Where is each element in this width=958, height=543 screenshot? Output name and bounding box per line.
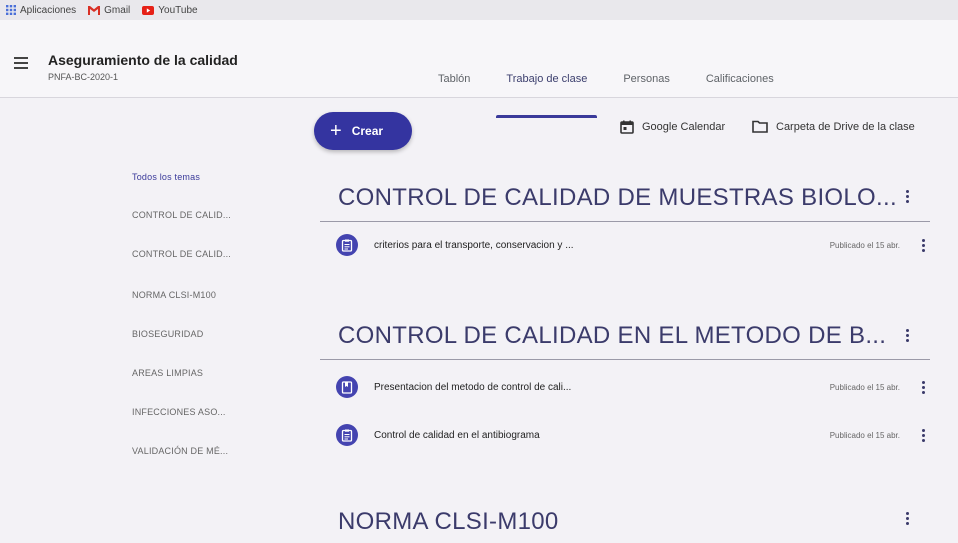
more-vert-icon[interactable] [922, 380, 926, 394]
sidebar-item-control-1[interactable]: CONTROL DE CALID... [132, 210, 231, 220]
more-vert-icon[interactable] [906, 512, 910, 525]
material-icon [336, 376, 358, 398]
drive-folder-link[interactable]: Carpeta de Drive de la clase [752, 120, 915, 133]
item-title: criterios para el transporte, conservaci… [374, 239, 574, 251]
google-calendar-link[interactable]: Google Calendar [620, 120, 725, 134]
class-section: PNFA-BC-2020-1 [48, 72, 119, 82]
sidebar-item-control-2[interactable]: CONTROL DE CALID... [132, 249, 231, 259]
item-title: Control de calidad en el antibiograma [374, 429, 540, 441]
tab-personas[interactable]: Personas [605, 40, 687, 118]
more-vert-icon[interactable] [922, 238, 926, 252]
topic-title[interactable]: NORMA CLSI-M100 [338, 508, 559, 536]
assignment-icon [336, 424, 358, 446]
more-vert-icon[interactable] [906, 190, 910, 203]
classwork-item[interactable]: Control de calidad en el antibiograma Pu… [336, 418, 926, 452]
sidebar-item-todos[interactable]: Todos los temas [132, 172, 200, 182]
sidebar-item-infecciones[interactable]: INFECCIONES ASO... [132, 407, 226, 417]
bookmark-label: Gmail [104, 4, 131, 16]
topics-sidebar: Todos los temas CONTROL DE CALID... CONT… [0, 98, 300, 543]
classwork-item[interactable]: criterios para el transporte, conservaci… [336, 228, 926, 262]
tab-calificaciones[interactable]: Calificaciones [688, 40, 792, 118]
assignment-icon [336, 234, 358, 256]
bookmark-gmail[interactable]: Gmail [88, 5, 130, 16]
create-button[interactable]: + Crear [314, 112, 412, 150]
more-vert-icon[interactable] [906, 329, 910, 342]
topic-title[interactable]: CONTROL DE CALIDAD DE MUESTRAS BIOLO... [338, 184, 897, 212]
bookmark-label: Aplicaciones [20, 4, 77, 16]
sidebar-item-validacion[interactable]: VALIDACIÓN DE MÉ... [132, 446, 228, 456]
gmail-icon [88, 5, 101, 15]
classroom-header: Aseguramiento de la calidad PNFA-BC-2020… [0, 20, 958, 118]
item-title: Presentacion del metodo de control de ca… [374, 381, 572, 393]
item-date: Publicado el 15 abr. [829, 382, 900, 392]
apps-grid-icon [6, 5, 16, 15]
class-title[interactable]: Aseguramiento de la calidad [48, 52, 238, 68]
bookmark-aplicaciones[interactable]: Aplicaciones [6, 5, 76, 16]
calendar-icon [620, 120, 634, 134]
bookmark-label: YouTube [158, 4, 198, 16]
more-vert-icon[interactable] [922, 428, 926, 442]
item-date: Publicado el 15 abr. [829, 430, 900, 440]
create-button-label: Crear [351, 124, 384, 138]
item-date: Publicado el 15 abr. [829, 240, 900, 250]
classwork-item[interactable]: Presentacion del metodo de control de ca… [336, 370, 926, 404]
topic-divider [320, 221, 930, 222]
tab-tablon[interactable]: Tablón [420, 40, 488, 118]
sidebar-item-areas[interactable]: AREAS LIMPIAS [132, 368, 203, 378]
plus-icon: + [330, 120, 342, 142]
youtube-icon [142, 5, 155, 15]
google-calendar-label: Google Calendar [642, 121, 726, 133]
drive-folder-label: Carpeta de Drive de la clase [776, 120, 915, 133]
topic-title[interactable]: CONTROL DE CALIDAD EN EL METODO DE B... [338, 322, 886, 350]
sidebar-item-norma[interactable]: NORMA CLSI-M100 [132, 290, 216, 300]
sidebar-item-bioseguridad[interactable]: BIOSEGURIDAD [132, 329, 203, 339]
bookmark-youtube[interactable]: YouTube [142, 4, 198, 16]
topic-divider [320, 359, 930, 360]
menu-icon[interactable] [14, 57, 28, 69]
bookmarks-bar: Aplicaciones Gmail YouTube [0, 0, 958, 20]
tab-trabajo-de-clase[interactable]: Trabajo de clase [488, 40, 605, 118]
class-tabs: Tablón Trabajo de clase Personas Calific… [420, 40, 792, 118]
folder-icon [752, 120, 768, 133]
